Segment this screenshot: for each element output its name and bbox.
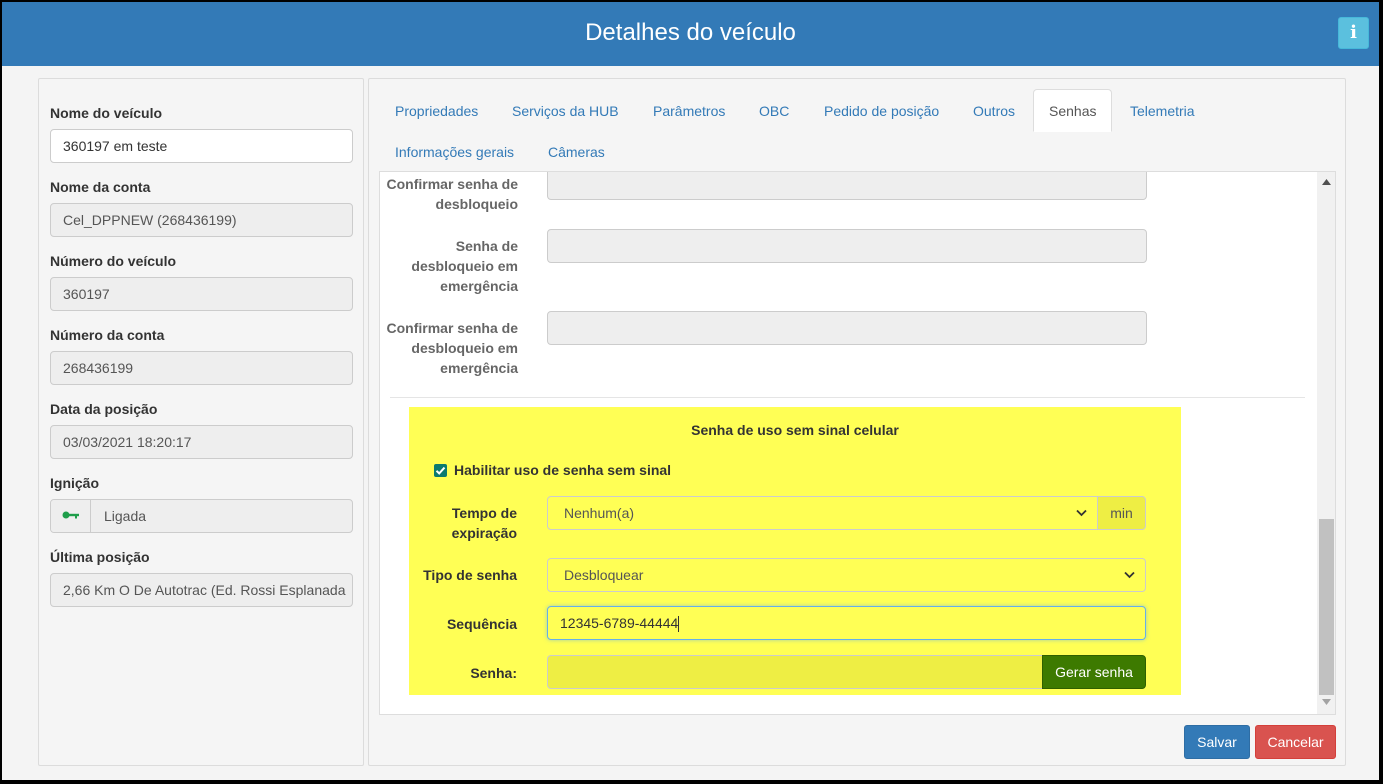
last-position-label: Última posição	[50, 549, 150, 565]
ignition-value: Ligada	[104, 508, 147, 524]
account-number-field: 268436199	[50, 351, 353, 385]
no-signal-section: Senha de uso sem sinal celular Habilitar…	[409, 407, 1181, 695]
sequence-value: 12345-6789-44444	[560, 615, 679, 631]
checkmark-icon	[435, 466, 446, 475]
confirm-unlock-label: Confirmar senha de desbloqueio	[386, 176, 518, 212]
chevron-down-icon	[1124, 571, 1135, 579]
account-number-label: Número da conta	[50, 327, 165, 343]
section-divider	[390, 397, 1305, 398]
tab-propriedades[interactable]: Propriedades	[380, 90, 493, 132]
confirm-unlock-input	[547, 172, 1147, 200]
ignition-addon	[51, 500, 91, 532]
position-date-field: 03/03/2021 18:20:17	[50, 425, 353, 459]
password-type-select[interactable]: Desbloquear	[547, 558, 1146, 592]
info-button[interactable]: i	[1338, 17, 1369, 49]
no-signal-title: Senha de uso sem sinal celular	[691, 422, 899, 438]
tab-telemetria[interactable]: Telemetria	[1115, 90, 1210, 132]
save-button[interactable]: Salvar	[1184, 725, 1250, 759]
sequence-label: Sequência	[446, 616, 517, 632]
confirm-emergency-input	[547, 311, 1147, 345]
enable-no-signal-checkbox[interactable]	[434, 464, 447, 477]
scroll-up-arrow-icon[interactable]	[1322, 179, 1331, 185]
position-date-label: Data da posição	[50, 401, 158, 417]
last-position-field: 2,66 Km O De Autotrac (Ed. Rossi Esplana…	[50, 573, 353, 607]
tab-informacoes-gerais[interactable]: Informações gerais	[380, 131, 529, 173]
emergency-unlock-label: Senha de desbloqueio em emergência	[411, 238, 518, 294]
window-title: Detalhes do veículo	[585, 19, 796, 46]
key-icon	[62, 511, 79, 519]
confirm-emergency-label: Confirmar senha de desbloqueio em emergê…	[386, 320, 518, 376]
vehicle-name-label: Nome do veículo	[50, 105, 163, 121]
cancel-button[interactable]: Cancelar	[1255, 725, 1336, 759]
ignition-field: Ligada	[50, 499, 353, 533]
password-type-label: Tipo de senha	[423, 567, 517, 583]
vehicle-details-window: Detalhes do veículo i Nome do veículo 36…	[2, 2, 1379, 780]
password-output[interactable]	[547, 655, 1043, 689]
details-panel: Propriedades Serviços da HUB Parâmetros …	[368, 78, 1346, 766]
password-label: Senha:	[470, 665, 517, 681]
account-name-field: Cel_DPPNEW (268436199)	[50, 203, 353, 237]
vehicle-name-input[interactable]: 360197 em teste	[50, 129, 353, 163]
titlebar: Detalhes do veículo i	[2, 2, 1379, 66]
password-type-value: Desbloquear	[564, 567, 644, 583]
vehicle-number-field: 360197	[50, 277, 353, 311]
enable-no-signal-label[interactable]: Habilitar uso de senha sem sinal	[454, 462, 671, 478]
content-scrollbar[interactable]	[1317, 172, 1335, 714]
vehicle-summary-panel: Nome do veículo 360197 em teste Nome da …	[38, 78, 364, 766]
tab-parametros[interactable]: Parâmetros	[638, 90, 740, 132]
chevron-down-icon	[1076, 509, 1087, 517]
expiration-select[interactable]: Nenhum(a)	[547, 496, 1098, 530]
tab-cameras[interactable]: Câmeras	[533, 131, 620, 173]
senhas-tab-content: Confirmar senha de desbloqueio Senha de …	[379, 171, 1336, 715]
info-icon: i	[1350, 22, 1357, 43]
tab-obc[interactable]: OBC	[744, 90, 804, 132]
text-caret	[678, 616, 680, 633]
expiration-value: Nenhum(a)	[564, 505, 635, 521]
expiration-label: Tempo de expiração	[451, 505, 517, 541]
ignition-label: Ignição	[50, 475, 100, 491]
expiration-unit: min	[1097, 496, 1146, 530]
account-name-label: Nome da conta	[50, 179, 151, 195]
tab-pedido-posicao[interactable]: Pedido de posição	[809, 90, 954, 132]
sequence-input[interactable]: 12345-6789-44444	[547, 606, 1146, 640]
generate-password-button[interactable]: Gerar senha	[1042, 655, 1146, 689]
tab-senhas[interactable]: Senhas	[1033, 89, 1113, 132]
tab-servicos-hub[interactable]: Serviços da HUB	[497, 90, 634, 132]
vehicle-number-label: Número do veículo	[50, 253, 177, 269]
scroll-down-arrow-icon[interactable]	[1322, 699, 1331, 705]
emergency-unlock-input	[547, 229, 1147, 263]
tab-outros[interactable]: Outros	[958, 90, 1030, 132]
scrollbar-thumb[interactable]	[1319, 519, 1334, 695]
